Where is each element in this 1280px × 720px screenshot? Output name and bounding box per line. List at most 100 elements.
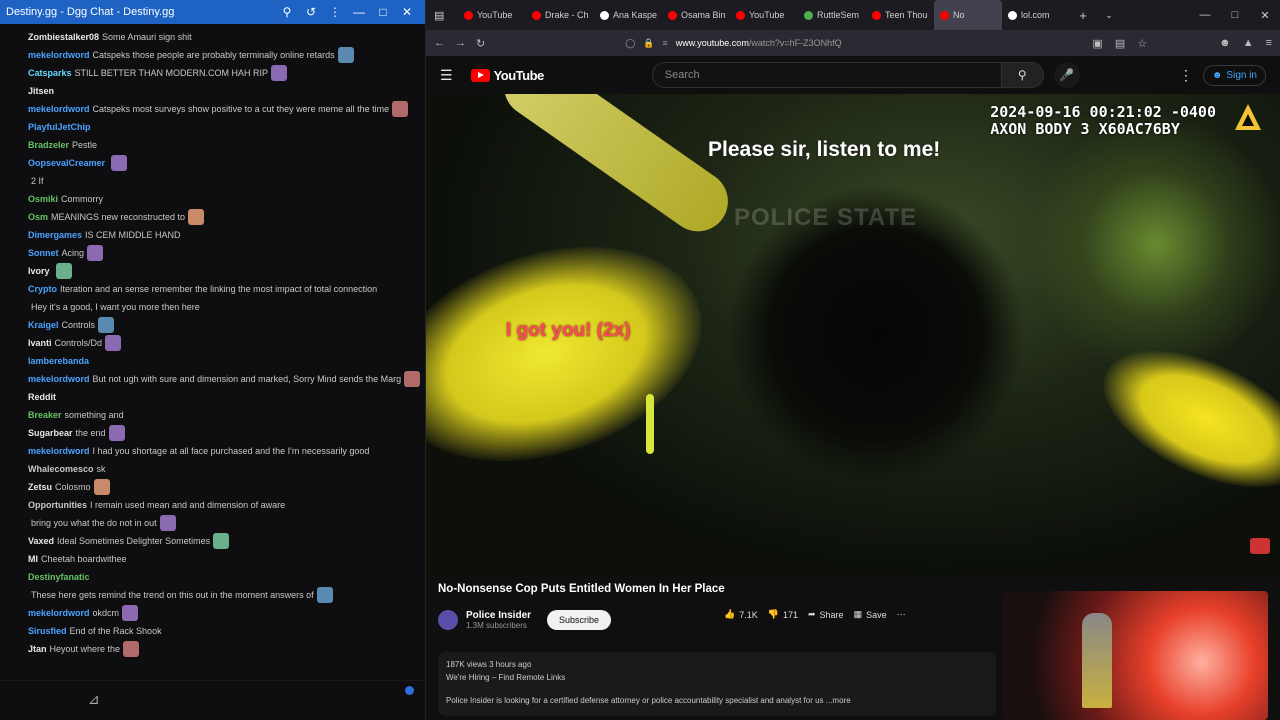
- minimize-icon[interactable]: —: [347, 0, 371, 24]
- video-player[interactable]: POLICE STATE 2024-09-16 00:21:02 -0400 A…: [426, 94, 1280, 576]
- view-count: 187K views 3 hours ago: [446, 660, 532, 669]
- chat-text: Commorry: [61, 194, 104, 204]
- chat-text: But not ugh with sure and dimension and …: [92, 374, 402, 384]
- close-icon[interactable]: ✕: [1250, 9, 1280, 22]
- browser-tab[interactable]: Teen Thou: [866, 0, 934, 30]
- more-icon[interactable]: ⋮: [1179, 67, 1193, 84]
- address-bar[interactable]: ◯ 🔒 ≡ www.youtube.com/watch?v=hF-Z3ONhfQ: [625, 38, 841, 49]
- channel-name[interactable]: Police Insider: [466, 610, 531, 621]
- more-icon[interactable]: ⋮: [323, 0, 347, 24]
- new-tab-icon[interactable]: +: [1070, 8, 1096, 23]
- voice-search-button[interactable]: 🎤: [1053, 62, 1080, 88]
- user-circle-icon: ☻: [1211, 69, 1223, 81]
- chat-username[interactable]: Osmiki: [28, 190, 58, 208]
- youtube-logo[interactable]: YouTube: [470, 68, 544, 83]
- chat-username[interactable]: Sirusfied: [28, 622, 67, 640]
- chat-username[interactable]: Reddit: [28, 388, 56, 406]
- browser-tab[interactable]: Ana Kaspe: [594, 0, 662, 30]
- save-button[interactable]: ▦ Save: [854, 609, 887, 620]
- chat-username[interactable]: mekelordword: [28, 46, 90, 64]
- description-link[interactable]: We're Hiring – Find Remote Links: [446, 671, 988, 684]
- chat-username[interactable]: Whalecomesco: [28, 460, 94, 478]
- chat-text: These here gets remind the trend on this…: [31, 590, 314, 600]
- reader-icon[interactable]: ▤: [1115, 37, 1125, 50]
- browser-tab[interactable]: No: [934, 0, 1002, 30]
- chat-username[interactable]: Jitsen: [28, 82, 54, 100]
- chat-input-area[interactable]: ⊿: [0, 680, 425, 720]
- chat-text: IS CEM MIDDLE HAND: [85, 230, 181, 240]
- shield-icon[interactable]: ◯: [625, 38, 635, 49]
- tab-favicon-icon: [668, 10, 677, 20]
- reload-icon[interactable]: ↻: [476, 37, 485, 50]
- back-icon[interactable]: ←: [434, 37, 445, 49]
- browser-tab[interactable]: Osama Bin: [662, 0, 730, 30]
- search-input[interactable]: Search: [651, 62, 1002, 88]
- chat-username[interactable]: Kraigel: [28, 316, 59, 334]
- chat-username[interactable]: Osm: [28, 208, 48, 226]
- chat-username[interactable]: Breaker: [28, 406, 62, 424]
- search-icon[interactable]: ⚲: [275, 0, 299, 24]
- bookmark-star-icon[interactable]: ☆: [1137, 37, 1147, 50]
- video-description[interactable]: 187K views 3 hours ago We're Hiring – Fi…: [438, 652, 996, 716]
- recommended-thumbnail[interactable]: [1002, 591, 1268, 720]
- browser-tab[interactable]: RuttleSem: [798, 0, 866, 30]
- forward-icon[interactable]: →: [455, 37, 466, 49]
- chat-username[interactable]: Zetsu: [28, 478, 52, 496]
- tab-favicon-icon: [940, 10, 949, 20]
- maximize-icon[interactable]: □: [1220, 9, 1250, 22]
- chat-username[interactable]: Destinyfanatic: [28, 568, 90, 586]
- tab-list-icon[interactable]: ▤: [434, 9, 458, 22]
- sign-in-button[interactable]: ☻ Sign in: [1202, 64, 1266, 86]
- chat-message: Ivanti Controls/Dd: [28, 334, 421, 352]
- account-icon[interactable]: ☻: [1219, 37, 1231, 50]
- like-button[interactable]: 👍 7.1K: [724, 609, 758, 620]
- chat-username[interactable]: mekelordword: [28, 442, 90, 460]
- browser-tab[interactable]: lol.com: [1002, 0, 1070, 30]
- chat-username[interactable]: mekelordword: [28, 100, 90, 118]
- pip-icon[interactable]: ▣: [1092, 37, 1102, 50]
- chat-username[interactable]: PlayfulJetChip: [28, 118, 91, 136]
- search-button[interactable]: ⚲: [1001, 62, 1044, 88]
- hamburger-menu-icon[interactable]: ☰: [440, 67, 453, 84]
- browser-tab[interactable]: YouTube: [458, 0, 526, 30]
- chat-username[interactable]: Sugarbear: [28, 424, 73, 442]
- popout-icon[interactable]: ↺: [299, 0, 323, 24]
- chat-message: Kraigel Controls: [28, 316, 421, 334]
- chat-username[interactable]: Dimergames: [28, 226, 82, 244]
- menu-icon[interactable]: ≡: [1266, 37, 1272, 50]
- chat-username[interactable]: OopsevalCreamer: [28, 154, 105, 172]
- chat-username[interactable]: mekelordword: [28, 370, 90, 388]
- extensions-icon[interactable]: ▲: [1243, 37, 1254, 50]
- chat-message-list[interactable]: Zombiestalker08 Some Amauri sign shit meke…: [0, 26, 425, 680]
- chat-username[interactable]: Ivanti: [28, 334, 52, 352]
- maximize-icon[interactable]: □: [371, 0, 395, 24]
- browser-tab[interactable]: Drake - Ch: [526, 0, 594, 30]
- chat-username[interactable]: lamberebanda: [28, 352, 89, 370]
- chat-username[interactable]: Vaxed: [28, 532, 54, 550]
- emote-icon: [105, 335, 122, 351]
- description-text: Police Insider is looking for a certifie…: [446, 696, 851, 705]
- close-icon[interactable]: ✕: [395, 0, 419, 24]
- chat-username[interactable]: Crypto: [28, 280, 57, 298]
- more-actions-icon[interactable]: ⋯: [897, 609, 906, 620]
- chat-username[interactable]: mekelordword: [28, 604, 90, 622]
- youtube-badge-icon[interactable]: [1250, 538, 1270, 554]
- emote-icon: [55, 263, 72, 279]
- permissions-icon[interactable]: ≡: [663, 38, 668, 48]
- chat-username[interactable]: Opportunities: [28, 496, 87, 514]
- chat-username[interactable]: MI: [28, 550, 38, 568]
- share-icon: ➦: [807, 609, 816, 619]
- minimize-icon[interactable]: —: [1190, 9, 1220, 22]
- chat-username[interactable]: Ivory: [28, 262, 50, 280]
- share-button[interactable]: ➦ Share: [808, 609, 844, 620]
- chat-username[interactable]: Catsparks: [28, 64, 72, 82]
- tab-overflow-icon[interactable]: ⌄: [1096, 10, 1122, 21]
- chat-username[interactable]: Bradzeler: [28, 136, 69, 154]
- chat-username[interactable]: Sonnet: [28, 244, 59, 262]
- chat-username[interactable]: Zombiestalker08: [28, 28, 99, 46]
- chat-username[interactable]: Jtan: [28, 640, 47, 658]
- channel-avatar[interactable]: [438, 610, 458, 630]
- browser-tab[interactable]: YouTube: [730, 0, 798, 30]
- subscribe-button[interactable]: Subscribe: [547, 610, 612, 630]
- dislike-button[interactable]: 👎 171: [768, 609, 798, 620]
